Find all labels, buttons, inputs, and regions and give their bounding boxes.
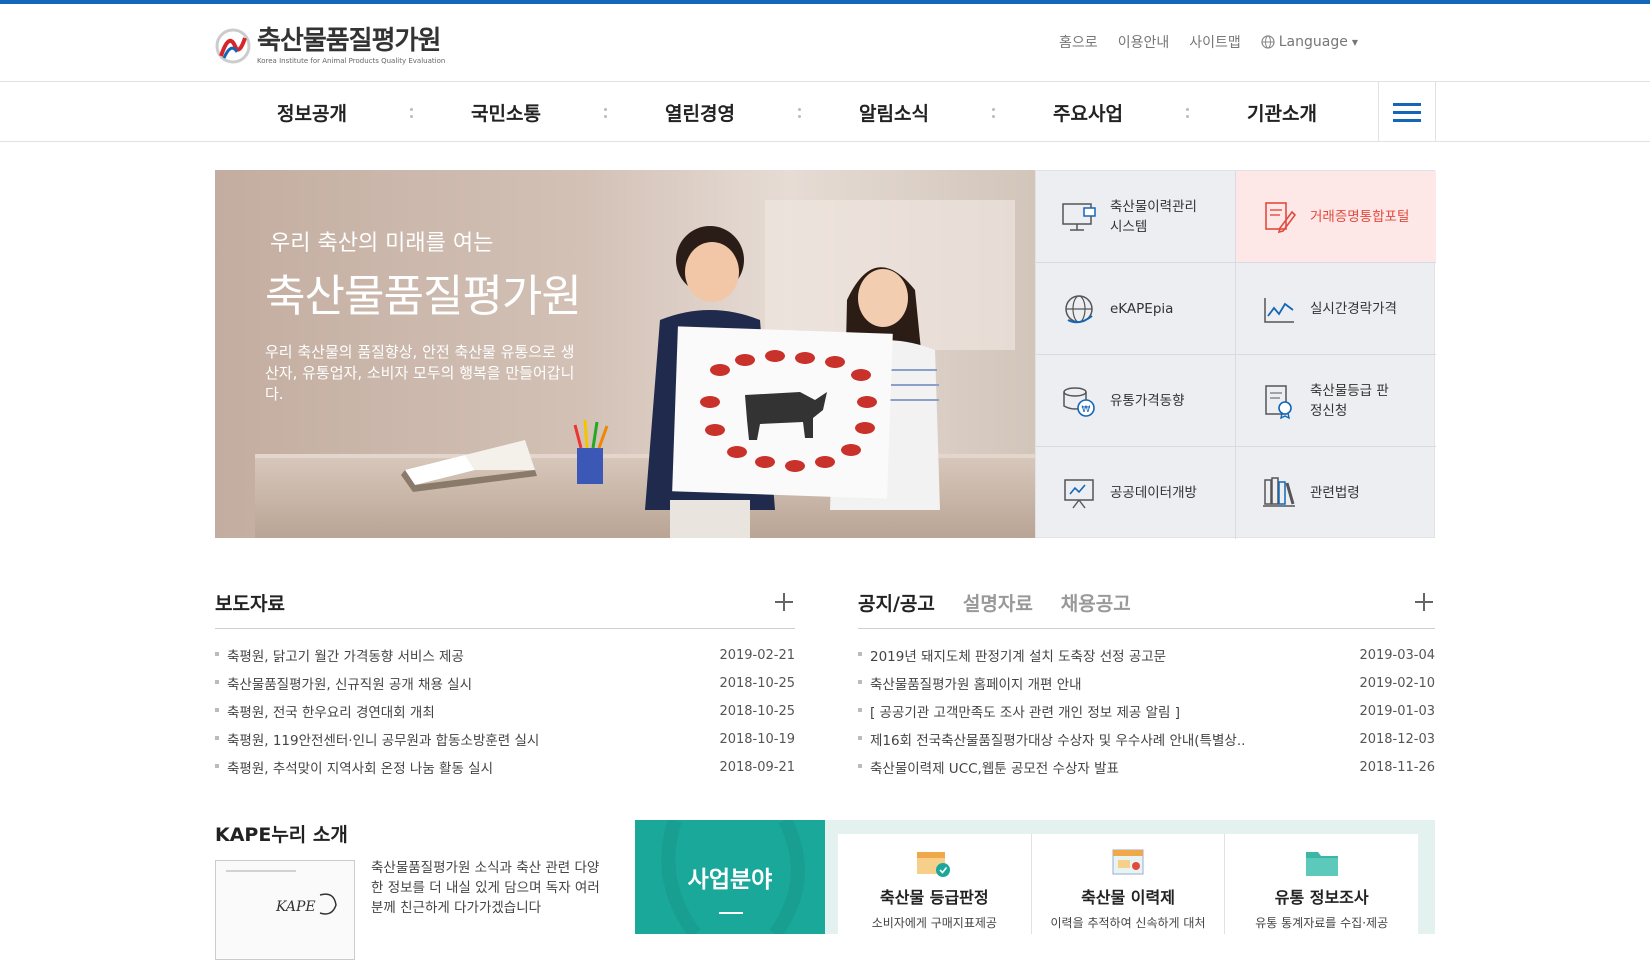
hamburger-menu-icon[interactable] — [1378, 82, 1436, 142]
traceability-screen-icon — [1112, 849, 1144, 875]
list-item[interactable]: [ 공공기관 고객만족도 조사 관련 개인 정보 제공 알림 ] 2019-01-… — [858, 697, 1435, 725]
hero-title: 축산물품질평가원 — [265, 271, 582, 322]
pencil-cup-illustration — [573, 419, 609, 484]
chevron-down-icon: ▼ — [1351, 37, 1358, 47]
nav-item-info-disclosure[interactable]: 정보공개 — [215, 82, 413, 142]
site-header: 축산물품질평가원 Korea Institute for Animal Prod… — [0, 4, 1650, 82]
nav-item-main-business[interactable]: 주요사업 — [991, 82, 1189, 142]
logo-mark-icon — [215, 28, 251, 63]
more-plus-icon[interactable] — [775, 593, 793, 611]
nav-item-news[interactable]: 알림소식 — [797, 82, 995, 142]
coins-icon: ₩ — [1063, 386, 1095, 417]
language-select[interactable]: Language ▼ — [1261, 34, 1358, 50]
kape-nuri-title: KAPE누리 소개 — [215, 824, 348, 846]
business-areas-label: 사업분야 — [635, 820, 825, 934]
svg-text:₩: ₩ — [1082, 405, 1091, 415]
books-icon — [1263, 477, 1295, 507]
business-item-desc: 이력을 추적하여 신속하게 대처 — [1050, 916, 1206, 930]
quick-link-ekapepia[interactable]: eKAPEpia — [1036, 263, 1236, 355]
quick-link-label: 공공데이터개방 — [1110, 485, 1197, 501]
svg-text:KAPE: KAPE — [275, 899, 316, 915]
business-item-desc: 유통 통계자료를 수집·제공 — [1255, 916, 1389, 930]
utility-nav: 홈으로 이용안내 사이트맵 Language ▼ — [1059, 32, 1358, 52]
globe-icon — [1261, 35, 1275, 49]
quick-link-label: 거래증명통합포털 — [1310, 208, 1410, 225]
quick-link-label: 관련법령 — [1310, 485, 1360, 501]
press-board-title: 보도자료 — [215, 593, 285, 615]
list-item[interactable]: 제16회 전국축산물품질평가대상 수상자 및 우수사례 안내(특별상.. 2018… — [858, 725, 1435, 753]
quick-link-laws[interactable]: 관련법령 — [1236, 447, 1436, 539]
list-item[interactable]: 축산물이력제 UCC,웹툰 공모전 수상자 발표 2018-11-26 — [858, 753, 1435, 781]
press-board: 보도자료 축평원, 닭고기 월간 가격동향 서비스 제공 2019-02-21 축… — [215, 585, 795, 781]
business-item-distribution[interactable]: 유통 정보조사 유통 통계자료를 수집·제공 — [1225, 834, 1418, 934]
quick-links: 축산물이력관리 시스템 거래증명통합포털 eKAPEpia 실시간경락가격 ₩ … — [1035, 170, 1436, 539]
tab-explanation[interactable]: 설명자료 — [963, 589, 1033, 616]
list-item[interactable]: 축평원, 추석맞이 지역사회 온정 나눔 활동 실시 2018-09-21 — [215, 753, 795, 781]
list-item[interactable]: 축평원, 전국 한우요리 경연대회 개최 2018-10-25 — [215, 697, 795, 725]
list-item[interactable]: 2019년 돼지도체 판정기계 설치 도축장 선정 공고문 2019-03-04 — [858, 641, 1435, 669]
business-item-traceability[interactable]: 축산물 이력제 이력을 추적하여 신속하게 대처 — [1032, 834, 1226, 934]
quick-link-traceability[interactable]: 축산물이력관리 시스템 — [1036, 171, 1236, 263]
list-item[interactable]: 축평원, 닭고기 월간 가격동향 서비스 제공 2019-02-21 — [215, 641, 795, 669]
grading-check-icon — [917, 852, 951, 877]
tab-notice[interactable]: 공지/공고 — [858, 589, 935, 616]
list-item[interactable]: 축산물품질평가원 홈페이지 개편 안내 2019-02-10 — [858, 669, 1435, 697]
chart-line-icon — [1264, 297, 1294, 323]
business-item-name: 축산물 이력제 — [1081, 888, 1175, 907]
guide-link[interactable]: 이용안내 — [1118, 32, 1170, 52]
list-item[interactable]: 축산물품질평가원, 신규직원 공개 채용 실시 2018-10-25 — [215, 669, 795, 697]
globe-icon — [1065, 294, 1093, 323]
main-nav: 정보공개 국민소통 열린경영 알림소식 주요사업 기관소개 — [0, 82, 1650, 142]
quick-link-label: 실시간경락가격 — [1310, 300, 1397, 317]
hero-description: 우리 축산물의 품질향상, 안전 축산물 유통으로 생산자, 유통업자, 소비자… — [265, 343, 575, 403]
hero-banner[interactable]: 우리 축산의 미래를 여는 축산물품질평가원 우리 축산물의 품질향상, 안전 … — [215, 170, 1035, 538]
monitor-icon — [1062, 202, 1096, 231]
quick-link-open-data[interactable]: 공공데이터개방 — [1036, 447, 1236, 539]
nav-item-about[interactable]: 기관소개 — [1185, 82, 1379, 142]
hero-subtitle: 우리 축산의 미래를 여는 — [270, 231, 494, 256]
document-pen-icon — [1265, 201, 1297, 233]
quick-link-label: 축산물등급 판정신청 — [1310, 382, 1389, 419]
folder-icon — [1305, 852, 1338, 876]
quick-link-label: eKAPEpia — [1110, 300, 1174, 317]
quick-link-label: 유통가격동향 — [1110, 392, 1185, 409]
more-plus-icon[interactable] — [1415, 593, 1433, 611]
quick-link-label: 축산물이력관리 시스템 — [1110, 198, 1197, 235]
certificate-icon — [1265, 384, 1292, 419]
quick-link-transaction-portal[interactable]: 거래증명통합포털 — [1236, 171, 1436, 263]
business-item-name: 축산물 등급판정 — [880, 888, 989, 907]
presentation-icon — [1064, 479, 1094, 509]
beef-cuts-board — [672, 326, 893, 499]
business-item-desc: 소비자에게 구매지표제공 — [871, 916, 997, 930]
list-item[interactable]: 축평원, 119안전센터·인니 공무원과 합동소방훈련 실시 2018-10-19 — [215, 725, 795, 753]
nav-item-communication[interactable]: 국민소통 — [409, 82, 607, 142]
sitemap-link[interactable]: 사이트맵 — [1189, 32, 1241, 52]
kape-nuri-cover-image[interactable]: KAPE — [215, 860, 355, 960]
kape-nuri-section: KAPE누리 소개 KAPE 축산물품질평가원 소식과 축산 관련 다양한 정보… — [215, 820, 605, 960]
logo-subtitle: Korea Institute for Animal Products Qual… — [257, 57, 446, 65]
quick-link-grading-request[interactable]: 축산물등급 판정신청 — [1236, 355, 1436, 447]
logo-title: 축산물품질평가원 — [257, 26, 441, 56]
business-item-name: 유통 정보조사 — [1274, 888, 1369, 907]
home-link[interactable]: 홈으로 — [1059, 32, 1098, 52]
site-logo[interactable]: 축산물품질평가원 Korea Institute for Animal Prod… — [215, 26, 445, 65]
book-illustration — [401, 440, 537, 492]
business-areas: 사업분야 축산물 등급판정 소비자에게 구매지표제공 축산물 이력제 이력을 추… — [635, 820, 1435, 934]
quick-link-price-trend[interactable]: ₩ 유통가격동향 — [1036, 355, 1236, 447]
language-label: Language — [1278, 34, 1348, 50]
quick-link-realtime-price[interactable]: 실시간경락가격 — [1236, 263, 1436, 355]
tab-recruitment[interactable]: 채용공고 — [1061, 589, 1131, 616]
kape-nuri-description: 축산물품질평가원 소식과 축산 관련 다양한 정보를 더 내실 있게 담으며 독… — [371, 860, 600, 916]
nav-item-open-management[interactable]: 열린경영 — [603, 82, 801, 142]
business-item-grading[interactable]: 축산물 등급판정 소비자에게 구매지표제공 — [838, 834, 1032, 934]
kape-nuri-logo-icon: KAPE — [226, 870, 337, 915]
notice-board: 공지/공고 설명자료 채용공고 2019년 돼지도체 판정기계 설치 도축장 선… — [858, 585, 1435, 781]
